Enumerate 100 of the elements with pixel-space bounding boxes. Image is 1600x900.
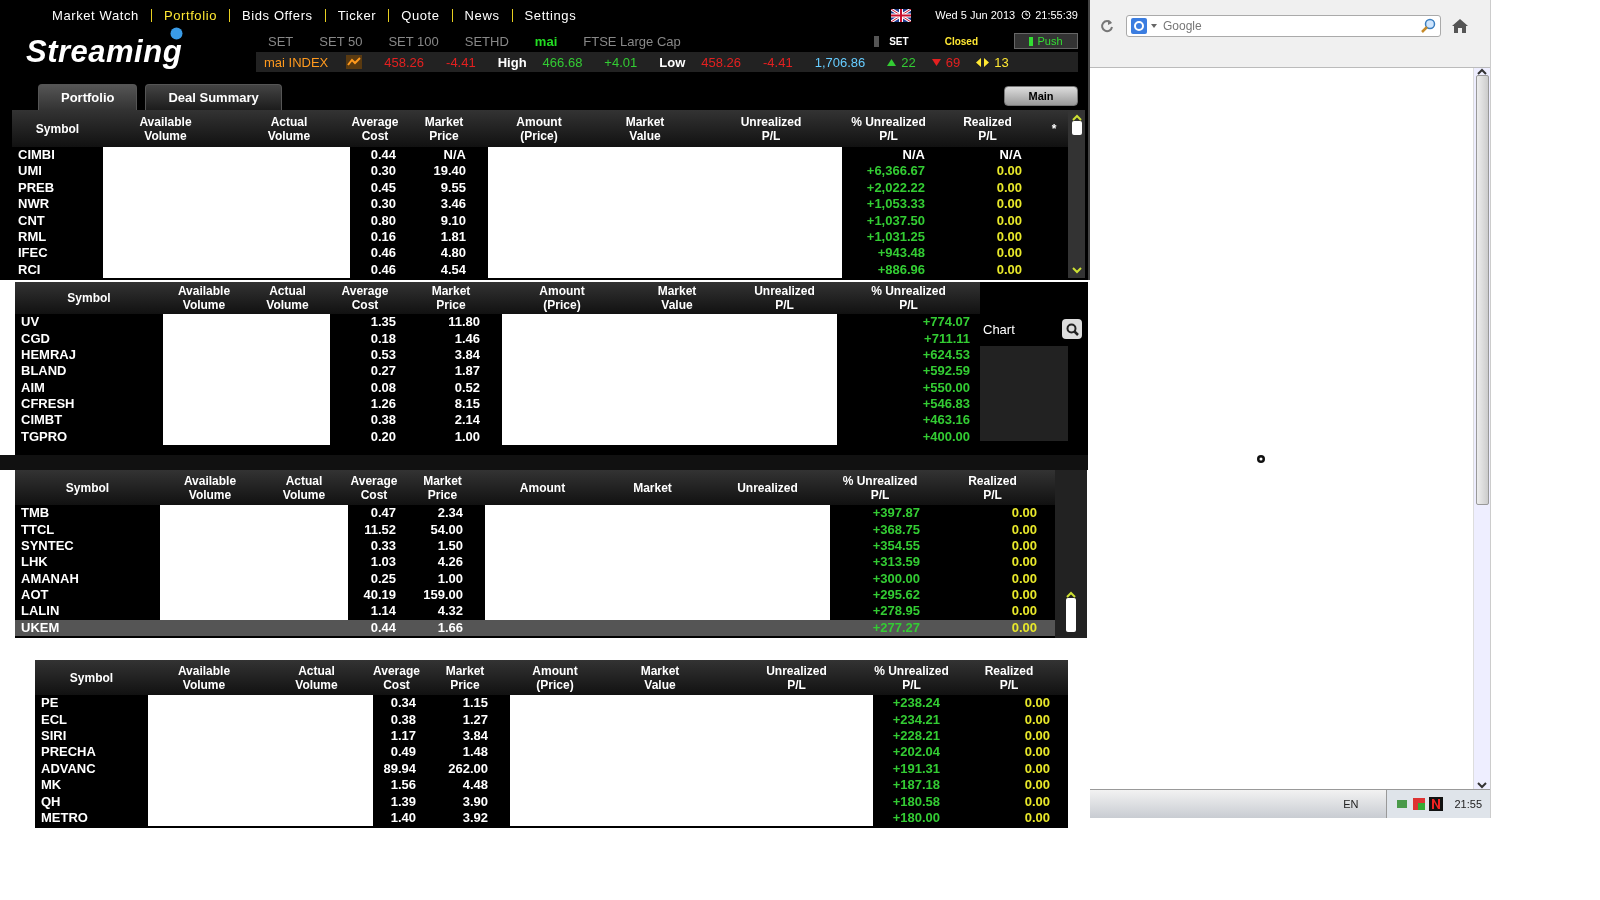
table-cell-text: 0.30 xyxy=(369,196,397,213)
symbol-cell[interactable]: AOT xyxy=(15,587,160,604)
table-cell-text: 1.15 xyxy=(461,695,489,712)
tab[interactable]: Portfolio xyxy=(38,84,138,110)
chart-label: Chart xyxy=(983,321,1015,337)
scroll-thumb[interactable] xyxy=(1071,121,1082,135)
language-indicator[interactable]: EN xyxy=(1343,798,1359,810)
table-cell-text: +1,031.25 xyxy=(865,228,926,246)
symbol-cell[interactable]: ADVANC xyxy=(35,760,148,778)
menu-item[interactable]: Portfolio xyxy=(150,8,229,22)
table-cell-text: 0.30 xyxy=(369,163,397,180)
tab[interactable]: Deal Summary xyxy=(145,84,282,110)
scroll-thumb[interactable] xyxy=(1066,598,1076,633)
table-cell-text: +711.11 xyxy=(923,330,971,347)
symbol-cell[interactable]: CIMBI xyxy=(12,147,103,164)
scroll-thumb[interactable] xyxy=(1475,75,1489,505)
symbol-cell[interactable]: TTCL xyxy=(15,521,160,538)
push-button[interactable]: Push xyxy=(1014,33,1078,49)
symbol-cell[interactable]: HEMRAJ xyxy=(15,346,163,364)
column-header: Actual Volume xyxy=(245,282,330,315)
symbol-cell[interactable]: CFRESH xyxy=(15,396,163,413)
symbol-cell[interactable]: ECL xyxy=(35,711,148,729)
symbol-cell[interactable]: PRECHA xyxy=(35,744,148,761)
table-cell-text: 0.00 xyxy=(1023,695,1051,712)
menu-item[interactable]: Ticker xyxy=(324,8,389,22)
index-tab[interactable]: mai xyxy=(534,33,558,49)
symbol-cell[interactable]: TMB xyxy=(15,505,160,522)
menu-item[interactable]: Bids Offers xyxy=(229,8,325,22)
index-tab[interactable]: SETHD xyxy=(464,33,509,49)
scrollbar[interactable] xyxy=(1068,110,1085,279)
time-text: 21:55:39 xyxy=(1035,9,1078,21)
symbol-cell[interactable]: LHK xyxy=(15,554,160,571)
symbol-cell[interactable]: CGD xyxy=(15,330,163,347)
column-header: Average Cost xyxy=(350,110,400,147)
n-badge-icon[interactable] xyxy=(1429,797,1444,811)
table-cell-text: 1.00 xyxy=(453,428,481,446)
table-cell-text: +368.75 xyxy=(871,521,921,538)
symbol-cell[interactable]: IFEC xyxy=(12,245,103,262)
symbol-cell[interactable]: QH xyxy=(35,793,148,810)
table-cell-text: 0.46 xyxy=(369,261,397,279)
magnifier-icon xyxy=(1420,18,1436,34)
symbol-cell[interactable]: MK xyxy=(35,777,148,794)
symbol-cell[interactable]: UMI xyxy=(12,163,103,180)
table-cell-text: 3.90 xyxy=(461,793,489,810)
symbol-cell[interactable]: RML xyxy=(12,228,103,246)
table-cell-text: +278.95 xyxy=(871,603,921,620)
scrollbar[interactable] xyxy=(1055,470,1087,639)
column-header: Market Price xyxy=(400,110,488,147)
ticker-value: 458.26 xyxy=(701,54,742,70)
table-cell-text: 0.00 xyxy=(1023,793,1051,810)
index-tab[interactable]: SET 50 xyxy=(319,33,363,49)
symbol-cell[interactable]: UKEM xyxy=(15,619,160,637)
symbol-cell[interactable]: TGPRO xyxy=(15,428,163,446)
symbol-cell[interactable]: BLAND xyxy=(15,363,163,380)
ticker-value: 22 xyxy=(901,54,916,70)
symbol-cell[interactable]: AIM xyxy=(15,379,163,397)
menu-item[interactable]: Market Watch xyxy=(40,8,151,22)
table-cell-text: 0.00 xyxy=(1023,810,1051,827)
table-cell-text: 3.84 xyxy=(453,346,481,364)
symbol-cell[interactable]: CNT xyxy=(12,212,103,229)
left-right-arrows-icon xyxy=(976,57,990,67)
table-cell-text: 4.54 xyxy=(439,261,467,279)
table-cell-text: 1.00 xyxy=(436,570,464,588)
table-cell-text: +313.59 xyxy=(871,554,921,571)
column-header: Actual Volume xyxy=(260,660,373,696)
search-field[interactable]: Google xyxy=(1126,15,1441,37)
symbol-cell[interactable]: PE xyxy=(35,695,148,712)
table-cell-text: 1.56 xyxy=(389,777,417,794)
table-cell-text: 1.03 xyxy=(369,554,397,571)
index-tab[interactable]: SET xyxy=(268,33,294,49)
symbol-cell[interactable]: PREB xyxy=(12,179,103,197)
table-cell-text: +6,366.67 xyxy=(865,163,926,180)
symbol-cell[interactable]: LALIN xyxy=(15,603,160,620)
symbol-cell[interactable]: RCI xyxy=(12,261,103,279)
symbol-cell[interactable]: SYNTEC xyxy=(15,537,160,555)
menu-item[interactable]: Quote xyxy=(388,8,452,22)
menu-item[interactable]: News xyxy=(451,8,512,22)
table-cell-text: 0.00 xyxy=(1023,711,1051,729)
symbol-cell[interactable]: AMANAH xyxy=(15,570,160,588)
index-tab[interactable]: SET 100 xyxy=(388,33,439,49)
search-button[interactable] xyxy=(1062,319,1082,340)
column-header: Market xyxy=(600,470,705,506)
scrollbar[interactable] xyxy=(1473,68,1490,789)
ticker-value: 13 xyxy=(994,54,1009,70)
network-icon[interactable] xyxy=(1395,797,1410,811)
ticker-value: 1,706.86 xyxy=(814,54,866,70)
symbol-cell[interactable]: NWR xyxy=(12,196,103,213)
symbol-cell[interactable]: METRO xyxy=(35,810,148,827)
chart-icon[interactable] xyxy=(346,55,363,69)
table-cell-text: 3.92 xyxy=(461,810,489,827)
table-cell-text: +277.27 xyxy=(871,619,921,637)
symbol-cell[interactable]: SIRI xyxy=(35,728,148,745)
table-cell-text: 1.14 xyxy=(369,603,397,620)
table-cell-text: 0.53 xyxy=(369,346,397,364)
index-tab[interactable]: FTSE Large Cap xyxy=(583,33,681,49)
symbol-cell[interactable]: UV xyxy=(15,314,163,331)
menu-item[interactable]: Settings xyxy=(511,8,589,22)
main-button[interactable]: Main xyxy=(1004,86,1078,106)
symbol-cell[interactable]: CIMBT xyxy=(15,412,163,429)
shield-icon[interactable] xyxy=(1412,797,1427,811)
